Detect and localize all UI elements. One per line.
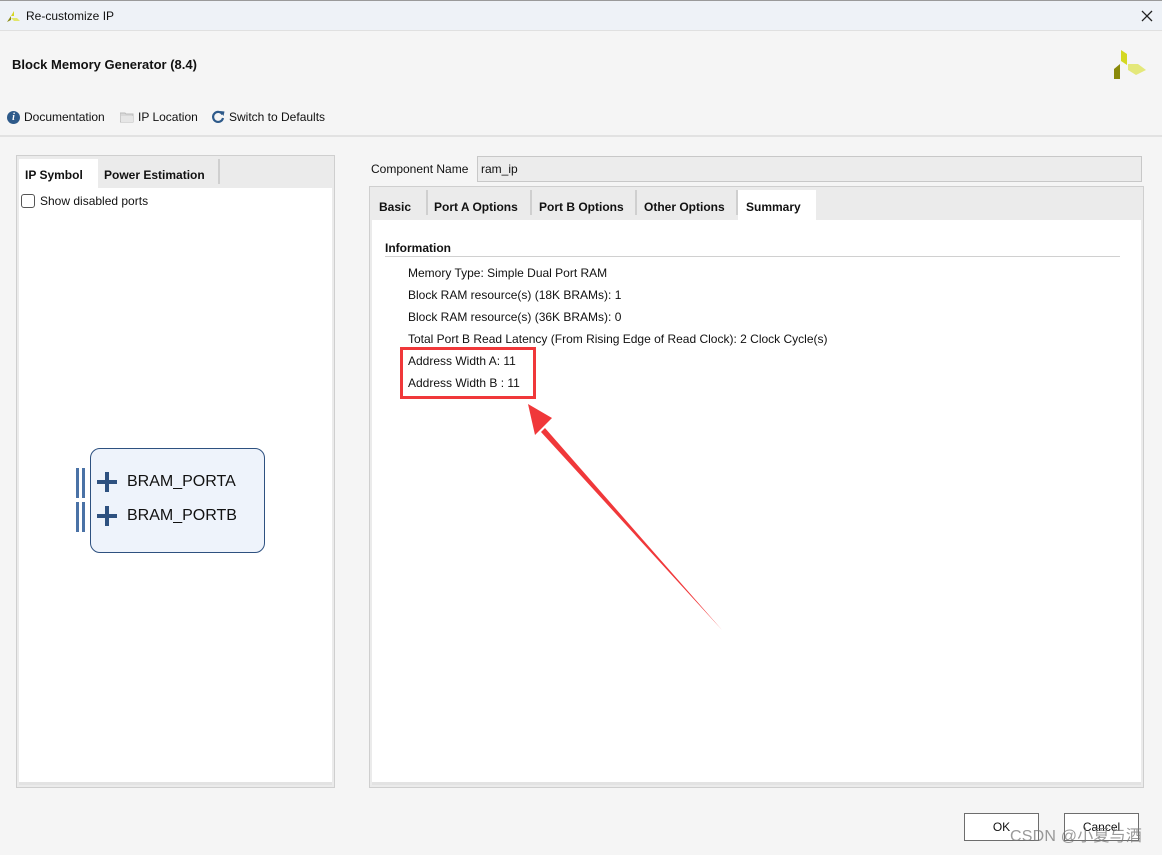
xilinx-logo-icon: [1114, 50, 1146, 79]
checkbox-box[interactable]: [21, 194, 35, 208]
ip-location-label: IP Location: [138, 110, 198, 124]
highlight-box: [400, 347, 536, 399]
configuration-panel: Basic Port A Options Port B Options Othe…: [369, 186, 1144, 788]
heading-divider: [385, 256, 1120, 257]
refresh-icon: [212, 110, 225, 123]
port-bram-porta[interactable]: BRAM_PORTA: [97, 472, 236, 492]
folder-icon: [120, 112, 134, 123]
close-icon[interactable]: [1138, 7, 1156, 25]
show-disabled-ports-checkbox[interactable]: Show disabled ports: [21, 194, 148, 208]
window-title: Re-customize IP: [26, 9, 115, 23]
documentation-label: Documentation: [24, 110, 105, 124]
info-bram-36k: Block RAM resource(s) (36K BRAMs): 0: [408, 310, 622, 324]
symbol-panel: IP Symbol Power Estimation Show disabled…: [16, 155, 335, 788]
watermark: CSDN @小夏与酒: [1010, 828, 1143, 845]
port-connector-b: [82, 502, 85, 532]
component-name-input[interactable]: [477, 156, 1142, 182]
ip-symbol-block: BRAM_PORTA BRAM_PORTB: [90, 448, 265, 553]
plus-icon[interactable]: [97, 472, 117, 492]
xilinx-logo-icon: [7, 11, 20, 22]
ip-title: Block Memory Generator (8.4): [12, 57, 197, 72]
info-read-latency: Total Port B Read Latency (From Rising E…: [408, 332, 828, 346]
show-disabled-ports-label: Show disabled ports: [40, 194, 149, 208]
tab-other-options[interactable]: Other Options: [636, 190, 738, 220]
port-connector-a: [76, 468, 79, 498]
info-icon: i: [7, 110, 20, 124]
left-tab-bar: IP Symbol Power Estimation: [17, 156, 334, 188]
tab-port-a-options[interactable]: Port A Options: [426, 190, 529, 220]
tab-divider: [218, 159, 220, 184]
tab-summary[interactable]: Summary: [738, 190, 816, 220]
ip-symbol-view: Show disabled ports BRAM_PORTA BRAM_PORT…: [19, 188, 332, 785]
port-name: BRAM_PORTB: [127, 507, 237, 524]
component-name-label: Component Name: [371, 162, 469, 176]
documentation-button[interactable]: i Documentation: [7, 108, 105, 126]
summary-view: Information Memory Type: Simple Dual Por…: [372, 220, 1141, 785]
tab-basic[interactable]: Basic: [371, 190, 427, 220]
ip-location-button[interactable]: IP Location: [120, 108, 198, 126]
information-heading: Information: [385, 241, 451, 255]
switch-to-defaults-label: Switch to Defaults: [229, 110, 326, 124]
info-memory-type: Memory Type: Simple Dual Port RAM: [408, 266, 608, 280]
tab-power-estimation[interactable]: Power Estimation: [98, 159, 217, 188]
port-connector-b: [76, 502, 79, 532]
tab-port-b-options[interactable]: Port B Options: [531, 190, 634, 220]
toolbar-divider: [0, 135, 1162, 137]
port-name: BRAM_PORTA: [127, 473, 236, 490]
plus-icon[interactable]: [97, 506, 117, 526]
switch-to-defaults-button[interactable]: Switch to Defaults: [211, 108, 325, 126]
title-bar: Re-customize IP: [0, 0, 1162, 31]
port-bram-portb[interactable]: BRAM_PORTB: [97, 506, 237, 526]
info-bram-18k: Block RAM resource(s) (18K BRAMs): 1: [408, 288, 622, 302]
tab-ip-symbol[interactable]: IP Symbol: [19, 159, 98, 188]
port-connector-a: [82, 468, 85, 498]
